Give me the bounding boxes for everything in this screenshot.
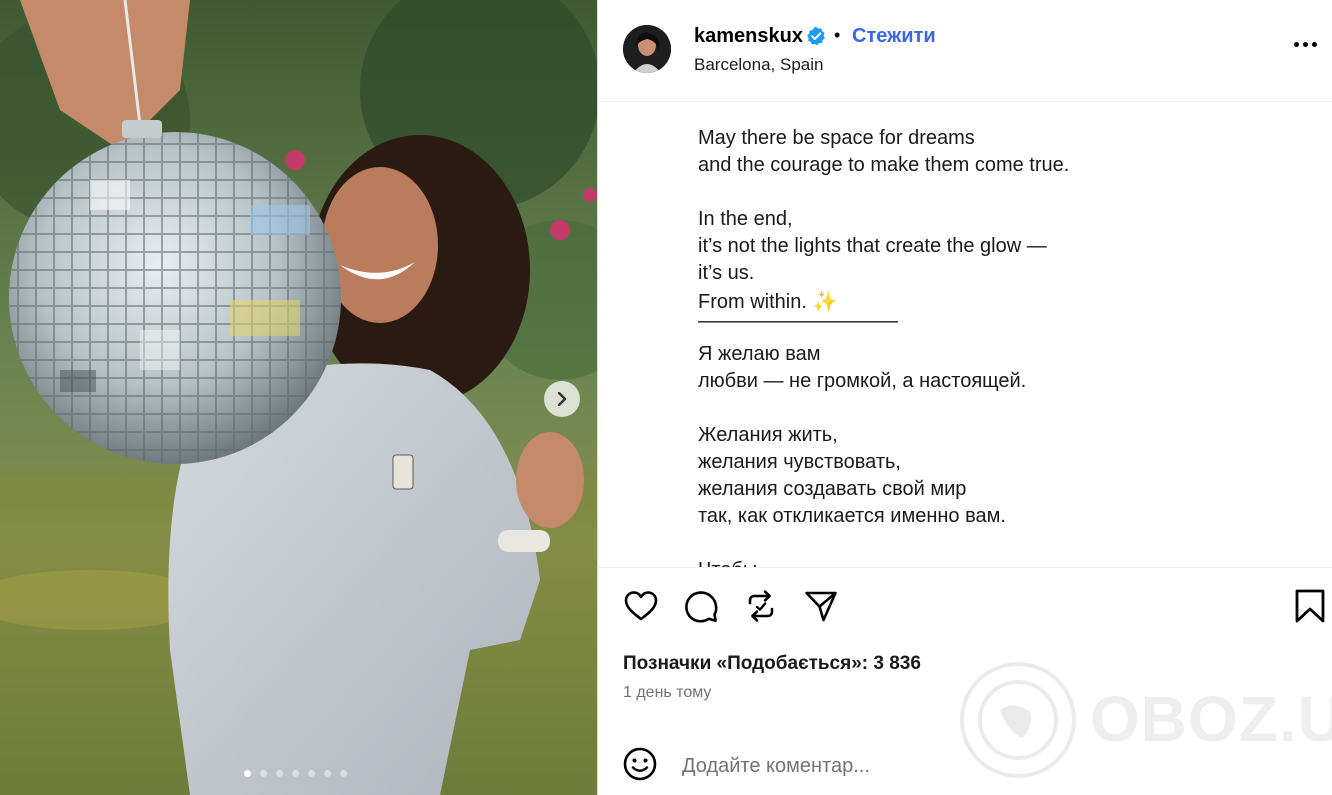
post-time[interactable]: 1 день тому [623, 684, 711, 702]
instagram-post-view: kamenskux • Стежити Barcelona, Spain May… [0, 0, 1332, 795]
caption-line: it’s us. [698, 262, 755, 284]
carousel-dot [340, 770, 347, 777]
carousel-dot [276, 770, 283, 777]
carousel-dot [292, 770, 299, 777]
caption-line: желания чувствовать, [698, 451, 901, 473]
caption-line: Чтобы [698, 559, 757, 567]
photo-image [0, 0, 597, 795]
emoji-icon[interactable] [622, 746, 658, 782]
post-location[interactable]: Barcelona, Spain [694, 55, 823, 75]
avatar[interactable] [623, 25, 671, 73]
repost-icon[interactable] [743, 588, 779, 624]
carousel-indicator [244, 770, 347, 777]
post-side-panel: kamenskux • Стежити Barcelona, Spain May… [597, 0, 1332, 795]
carousel-dot [260, 770, 267, 777]
follow-button[interactable]: Стежити [852, 25, 936, 48]
carousel-dot [324, 770, 331, 777]
more-dot [1312, 42, 1317, 47]
post-header: kamenskux • Стежити Barcelona, Spain [598, 0, 1332, 102]
more-dot [1294, 42, 1299, 47]
like-heart-icon[interactable] [623, 588, 659, 624]
separator-dot: • [834, 25, 841, 45]
caption-line: —————————— [698, 310, 898, 332]
caption-line: In the end, [698, 208, 793, 230]
post-actions: Позначки «Подобається»: 3 836 1 день том… [598, 567, 1332, 795]
comment-icon[interactable] [683, 588, 719, 624]
caption-line: May there be space for dreams [698, 127, 975, 149]
post-photo[interactable] [0, 0, 597, 795]
caption-line: it’s not the lights that create the glow… [698, 235, 1047, 257]
caption-line: любви — не громкой, а настоящей. [698, 370, 1027, 392]
verified-badge-icon [807, 26, 825, 46]
more-dot [1303, 42, 1308, 47]
save-bookmark-icon[interactable] [1294, 588, 1326, 624]
username[interactable]: kamenskux [694, 25, 803, 48]
caption-line: желания создавать свой мир [698, 478, 967, 500]
caption-line: Я желаю вам [698, 343, 821, 365]
avatar-image [623, 25, 671, 73]
comment-input[interactable] [682, 751, 1202, 781]
caption-line: так, как откликается именно вам. [698, 505, 1006, 527]
caption-line: and the courage to make them come true. [698, 154, 1070, 176]
carousel-dot-active [244, 770, 251, 777]
share-send-icon[interactable] [803, 588, 839, 624]
likes-count[interactable]: Позначки «Подобається»: 3 836 [623, 653, 921, 675]
caption: May there be space for dreams and the co… [598, 103, 1332, 567]
chevron-right-icon [557, 392, 567, 406]
carousel-dot [308, 770, 315, 777]
caption-line: Желания жить, [698, 424, 838, 446]
next-photo-button[interactable] [544, 381, 580, 417]
more-options-button[interactable] [1292, 36, 1319, 53]
